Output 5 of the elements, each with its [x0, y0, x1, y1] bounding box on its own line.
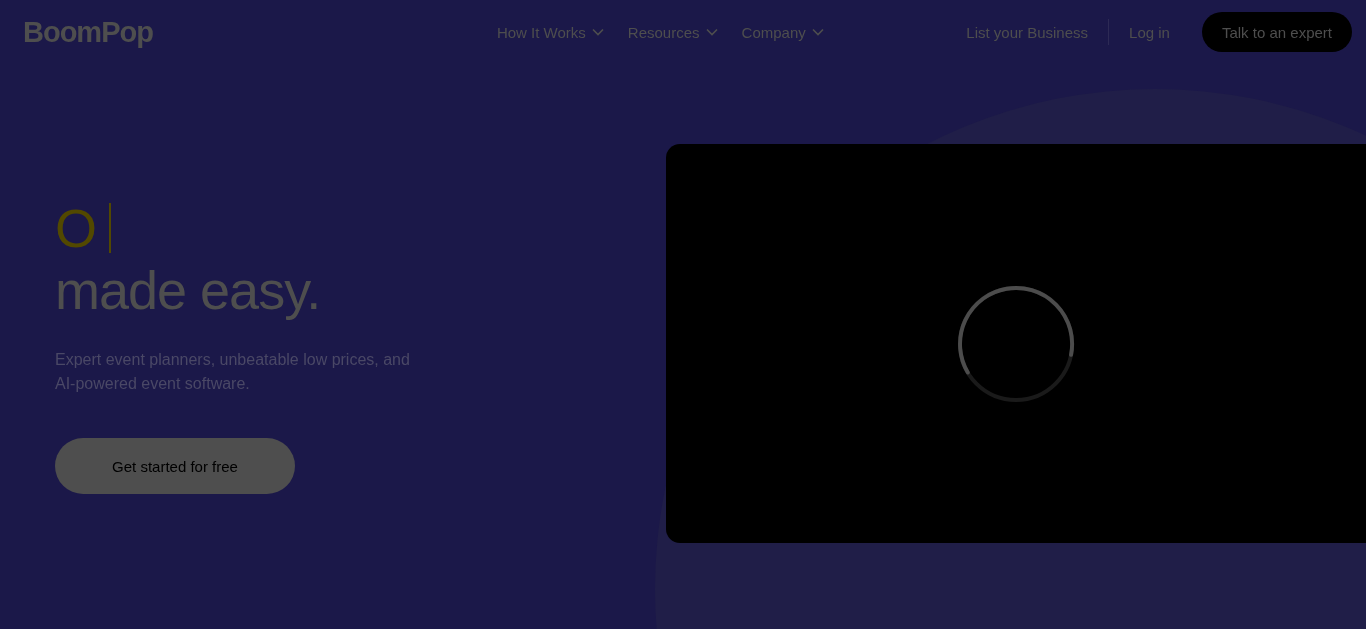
typed-word: O [55, 200, 97, 256]
talk-to-expert-button[interactable]: Talk to an expert [1201, 12, 1352, 52]
video-player[interactable] [666, 144, 1366, 543]
text-cursor [109, 203, 111, 253]
get-started-button[interactable]: Get started for free [55, 438, 295, 494]
